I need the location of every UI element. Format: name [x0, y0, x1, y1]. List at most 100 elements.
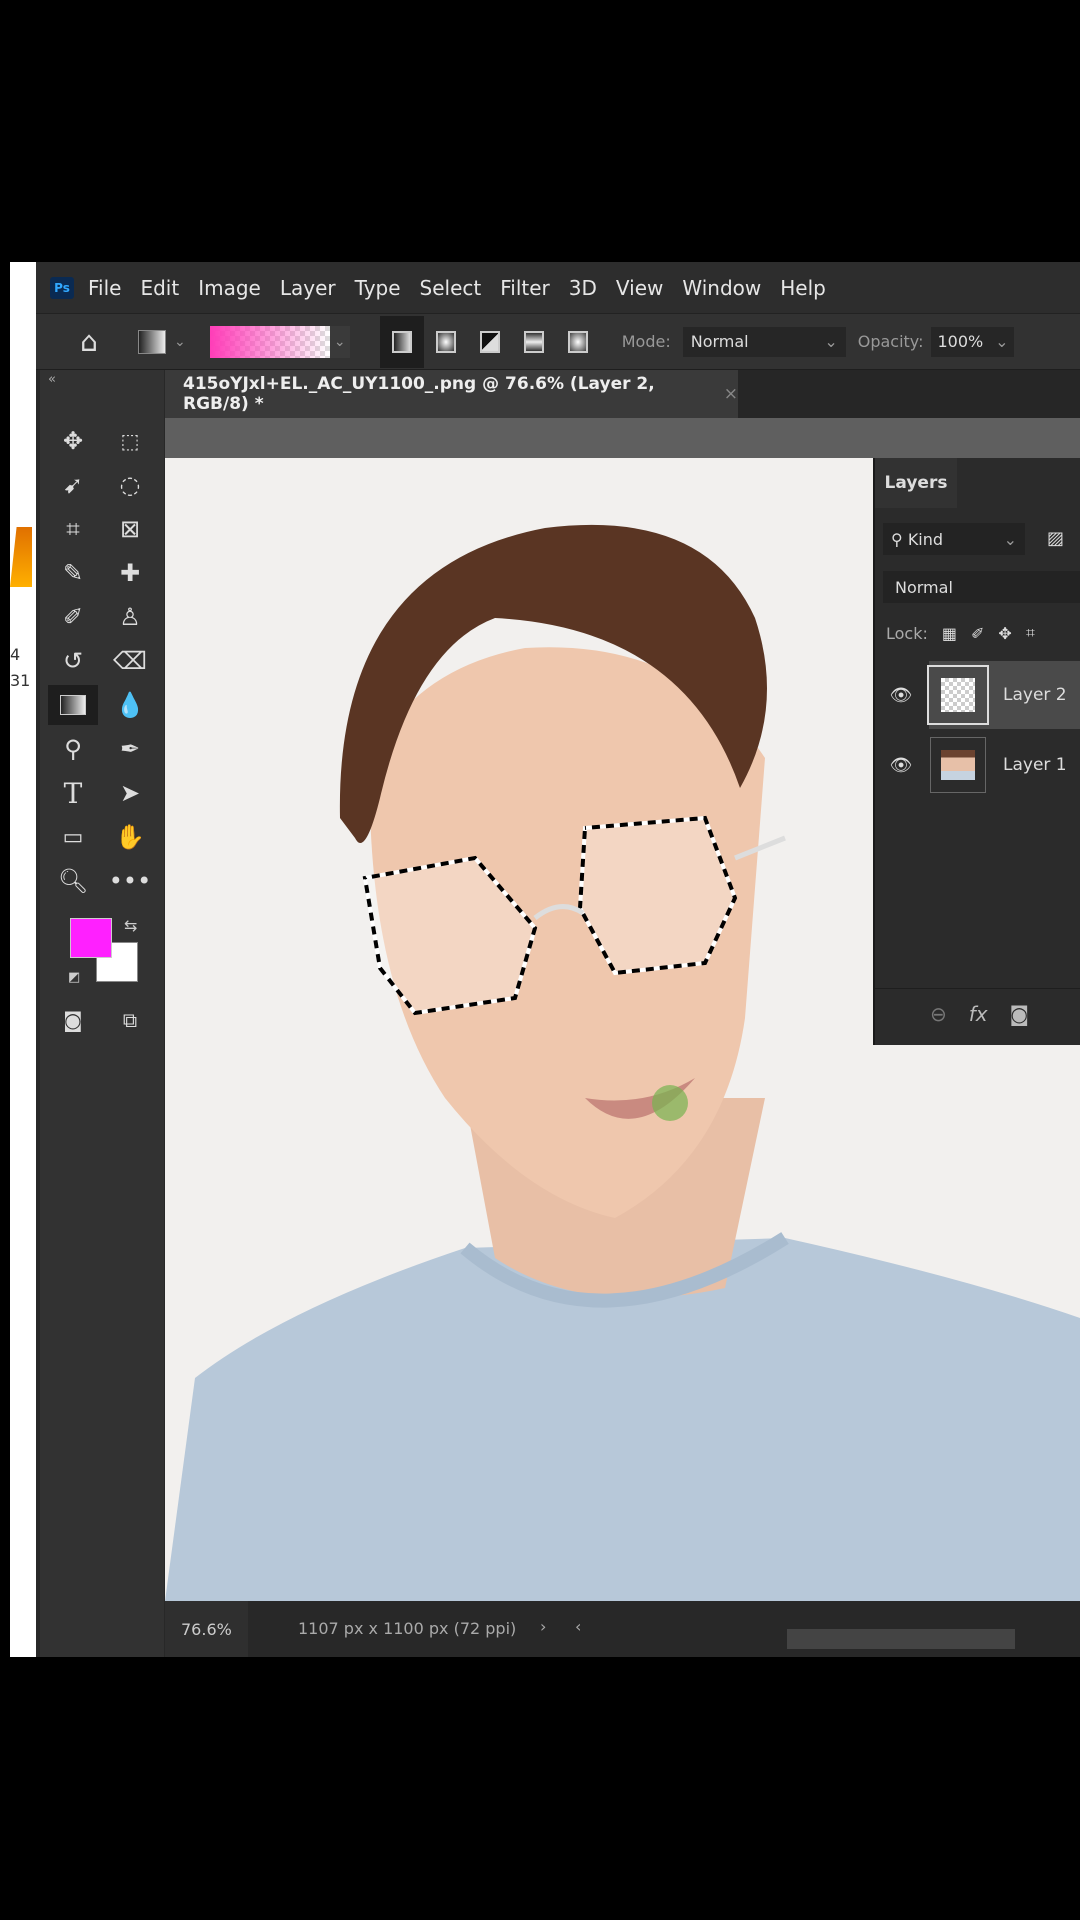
layer-row-layer-2[interactable]: 👁︎ Layer 2: [875, 661, 1080, 729]
toolbox: « ✥ ⬚ ➹ ◌ ⌗ ⊠ ✎ ✚ ✐ ♙ ↺ ⌫ 💧 ⚲ ✒ T ➤ ▭ ✋ …: [40, 370, 164, 1657]
fx-icon[interactable]: fx: [969, 1002, 988, 1026]
lock-position-icon[interactable]: ✥: [998, 624, 1011, 643]
home-icon[interactable]: ⌂: [64, 325, 114, 358]
side-text: 4 31: [10, 642, 30, 694]
side-text-1: 4: [10, 645, 21, 664]
screen-mode-icon[interactable]: ⧉: [110, 1002, 150, 1038]
lasso-tool-icon[interactable]: ➹: [53, 467, 93, 503]
menu-filter[interactable]: Filter: [500, 276, 550, 300]
blur-tool-icon[interactable]: 💧: [110, 687, 150, 723]
rectangle-tool-icon[interactable]: ▭: [53, 819, 93, 855]
layer-name: Layer 1: [1003, 755, 1067, 775]
document-info[interactable]: 1107 px x 1100 px (72 ppi): [298, 1619, 516, 1638]
hand-tool-icon[interactable]: ✋: [110, 819, 150, 855]
opacity-field[interactable]: 100% ⌄: [931, 326, 1015, 357]
chevron-down-icon: ⌄: [824, 332, 838, 351]
menu-edit[interactable]: Edit: [140, 276, 179, 300]
gradient-type-reflected-button[interactable]: [519, 327, 549, 357]
layer-row-layer-1[interactable]: 👁︎ Layer 1: [875, 731, 1080, 799]
path-selection-tool-icon[interactable]: ➤: [110, 775, 150, 811]
menu-image[interactable]: Image: [198, 276, 261, 300]
crop-tool-icon[interactable]: ⌗: [53, 511, 93, 547]
status-next-arrow[interactable]: ›: [540, 1617, 546, 1636]
default-colors-icon[interactable]: ◩: [68, 970, 80, 985]
opacity-value: 100%: [937, 332, 984, 351]
search-icon: ⚲: [891, 529, 908, 549]
layers-footer: ⊖ fx ◙: [875, 988, 1080, 1038]
quick-selection-tool-icon[interactable]: ◌: [110, 467, 150, 503]
status-bar: 76.6% 1107 px x 1100 px (72 ppi) › ‹: [165, 1601, 1080, 1657]
add-mask-icon[interactable]: ◙: [1010, 1002, 1029, 1026]
layer-filter-select[interactable]: ⚲ Kind ⌄: [883, 523, 1025, 555]
ps-logo-icon: Ps: [50, 276, 74, 299]
scroll-left-arrow[interactable]: ‹: [575, 1617, 581, 1636]
gradient-type-angle-button[interactable]: [475, 327, 505, 357]
menu-view[interactable]: View: [616, 276, 663, 300]
pen-tool-icon[interactable]: ✒: [110, 731, 150, 767]
chevron-down-icon: ⌄: [1003, 529, 1017, 549]
layer-thumbnail: [930, 737, 986, 793]
mode-select[interactable]: Normal ⌄: [682, 326, 846, 357]
eye-icon[interactable]: 👁︎: [875, 685, 927, 706]
layers-panel: Layers ⚲ Kind ⌄ ▨ Normal Lock: ▦ ✐ ✥ ⌗ 👁︎…: [873, 458, 1080, 1045]
horizontal-scrollbar-thumb[interactable]: [787, 1629, 1015, 1649]
menu-select[interactable]: Select: [420, 276, 482, 300]
link-layers-icon[interactable]: ⊖: [930, 1002, 947, 1026]
collapse-icon[interactable]: «: [48, 372, 56, 387]
marquee-tool-icon[interactable]: ⬚: [110, 423, 150, 459]
menu-layer[interactable]: Layer: [280, 276, 336, 300]
zoom-level[interactable]: 76.6%: [165, 1601, 248, 1657]
document-tab-title: 415oYJxl+EL._AC_UY1100_.png @ 76.6% (Lay…: [183, 374, 655, 414]
gradient-tool-icon[interactable]: [48, 685, 98, 725]
frame-tool-icon[interactable]: ⊠: [110, 511, 150, 547]
clone-stamp-tool-icon[interactable]: ♙: [110, 599, 150, 635]
mode-value: Normal: [690, 332, 749, 351]
more-tools-icon[interactable]: •••: [109, 863, 151, 899]
brush-tool-icon[interactable]: ✐: [53, 599, 93, 635]
lock-pixels-icon[interactable]: ✐: [971, 624, 984, 643]
options-bar: ⌂ ⌄ ⌄ Mode: Normal ⌄ Opacity: 100% ⌄: [36, 313, 1080, 370]
layer-name: Layer 2: [1003, 685, 1067, 705]
gradient-picker[interactable]: [209, 325, 330, 358]
lock-artboard-icon[interactable]: ⌗: [1026, 623, 1035, 643]
app-icon-fragment: [10, 527, 32, 587]
menu-help[interactable]: Help: [780, 276, 826, 300]
history-brush-tool-icon[interactable]: ↺: [53, 643, 93, 679]
image-filter-icon[interactable]: ▨: [1047, 528, 1064, 549]
gradient-type-diamond-button[interactable]: [563, 327, 593, 357]
chevron-down-icon: ⌄: [995, 332, 1009, 351]
blend-mode-select[interactable]: Normal: [883, 571, 1080, 603]
eyedropper-tool-icon[interactable]: ✎: [53, 555, 93, 591]
menu-bar: Ps File Edit Image Layer Type Select Fil…: [36, 262, 1080, 313]
chevron-down-icon[interactable]: ⌄: [174, 334, 186, 350]
layers-tab[interactable]: Layers: [875, 458, 957, 508]
menu-3d[interactable]: 3D: [569, 276, 597, 300]
document-tab[interactable]: 415oYJxl+EL._AC_UY1100_.png @ 76.6% (Lay…: [165, 370, 738, 418]
gradient-type-radial-button[interactable]: [431, 327, 461, 357]
menu-file[interactable]: File: [88, 276, 121, 300]
type-tool-icon[interactable]: T: [53, 775, 93, 811]
lock-row: Lock: ▦ ✐ ✥ ⌗: [886, 623, 1035, 643]
menu-window[interactable]: Window: [682, 276, 761, 300]
dodge-tool-icon[interactable]: ⚲: [53, 731, 93, 767]
close-icon[interactable]: ×: [724, 384, 738, 404]
eraser-tool-icon[interactable]: ⌫: [110, 643, 150, 679]
filter-kind-value: Kind: [907, 529, 944, 549]
lock-label: Lock:: [886, 623, 928, 643]
background-window-strip: 4 31: [10, 262, 36, 1657]
gradient-picker-dropdown[interactable]: ⌄: [329, 325, 350, 358]
foreground-color-swatch[interactable]: [70, 918, 112, 958]
swap-colors-icon[interactable]: ⇆: [124, 916, 137, 935]
gradient-tool-preset-icon[interactable]: [138, 329, 166, 354]
menu-type[interactable]: Type: [355, 276, 401, 300]
side-text-2: 31: [10, 671, 31, 690]
eye-icon[interactable]: 👁︎: [875, 755, 927, 776]
quick-mask-icon[interactable]: ◙: [53, 1002, 93, 1038]
healing-brush-tool-icon[interactable]: ✚: [110, 555, 150, 591]
gradient-type-linear-button[interactable]: [379, 315, 424, 368]
blend-mode-value: Normal: [895, 577, 953, 597]
move-tool-icon[interactable]: ✥: [53, 423, 93, 459]
zoom-tool-icon[interactable]: 🔍︎: [53, 863, 93, 899]
lock-transparent-icon[interactable]: ▦: [942, 624, 957, 643]
layer-thumbnail: [927, 665, 989, 725]
